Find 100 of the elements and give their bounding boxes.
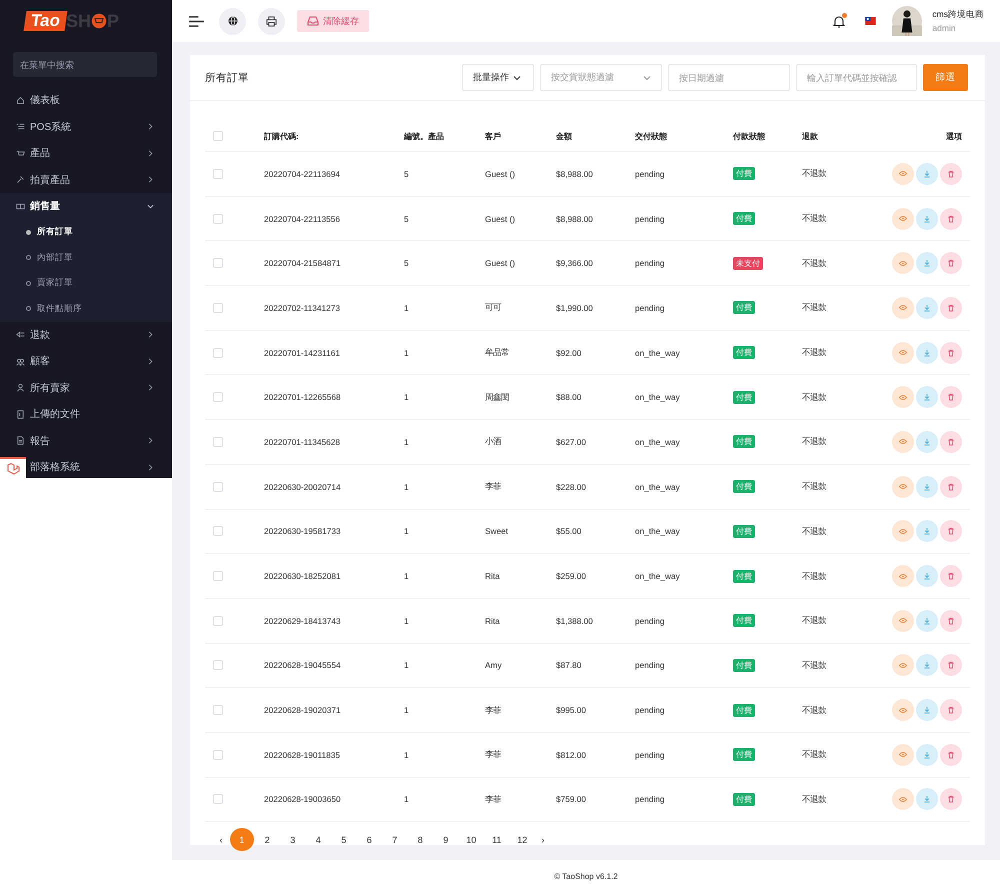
- customer-name: Sweet: [485, 526, 508, 536]
- payment-status-badge: 付費: [733, 748, 755, 762]
- delivery-status: pending: [635, 258, 665, 268]
- delivery-status: pending: [635, 660, 665, 670]
- menu-item[interactable]: 儀表板: [0, 87, 172, 114]
- date-filter-field[interactable]: 按日期過濾: [668, 64, 790, 91]
- product-count: 1: [404, 660, 409, 670]
- order-code-search-field[interactable]: 輸入訂單代碼並按確認: [796, 64, 917, 91]
- menu-item[interactable]: 退款: [0, 322, 172, 348]
- product-count: 1: [404, 392, 409, 402]
- order-code: 20220702-11341273: [264, 302, 340, 313]
- customer-name: Amy: [485, 660, 502, 670]
- refund-status: 不退款: [802, 481, 826, 492]
- menu-item[interactable]: 銷售量: [0, 193, 172, 220]
- order-amount: $259.00: [556, 571, 586, 582]
- refund-status: 不退款: [802, 168, 826, 180]
- payment-status-badge: 付費: [733, 480, 755, 494]
- page-button[interactable]: 2: [256, 828, 279, 852]
- order-code: 20220630-18252081: [264, 571, 341, 582]
- submenu-item[interactable]: 內部訂單: [0, 245, 172, 270]
- order-code: 20220701-11345628: [264, 436, 340, 447]
- refund-status: 不退款: [802, 660, 826, 671]
- submenu-item[interactable]: 所有訂單: [0, 220, 172, 245]
- order-code: 20220628-19003650: [264, 794, 341, 804]
- customer-name: 可可: [485, 302, 501, 314]
- order-code: 20220630-19581733: [264, 526, 341, 536]
- delivery-status: pending: [635, 705, 665, 716]
- menu-item[interactable]: 上傳的文件: [0, 401, 172, 428]
- menu-search-field[interactable]: 在菜單中搜索: [13, 52, 157, 77]
- payment-status-badge: 未支付: [733, 256, 763, 270]
- product-count: 1: [404, 302, 409, 313]
- menu-item[interactable]: 報告: [0, 428, 172, 454]
- order-code: 20220704-21584871: [264, 258, 341, 268]
- payment-status-badge: 付費: [733, 301, 755, 314]
- refund-status: 不退款: [802, 213, 826, 224]
- page-button[interactable]: 11: [485, 828, 508, 852]
- menu-item[interactable]: 產品: [0, 140, 172, 166]
- payment-status-badge: 付費: [733, 524, 755, 538]
- page-button[interactable]: 6: [358, 828, 381, 852]
- customer-name: 李菲: [485, 481, 501, 492]
- order-amount: $8,988.00: [556, 168, 593, 179]
- menu-item[interactable]: 顧客: [0, 348, 172, 374]
- column-header: 客戶: [485, 130, 501, 142]
- previous-page-button[interactable]: ‹: [214, 828, 228, 852]
- product-count: 1: [404, 750, 409, 760]
- order-amount: $88.00: [556, 392, 582, 402]
- refund-status: 不退款: [802, 794, 826, 805]
- refund-status: 不退款: [802, 392, 826, 403]
- page-button[interactable]: 8: [408, 828, 432, 852]
- refund-status: 不退款: [802, 526, 826, 537]
- menu-item[interactable]: 部落格系統: [0, 454, 172, 478]
- product-count: 1: [404, 526, 409, 536]
- product-count: 1: [404, 616, 409, 626]
- delivery-status: on_the_way: [635, 526, 680, 536]
- menu-item[interactable]: POS系統: [0, 114, 172, 140]
- menu-item[interactable]: 拍賣產品: [0, 166, 172, 193]
- submenu-item[interactable]: 賣家訂單: [0, 270, 172, 296]
- page-button[interactable]: 4: [306, 828, 330, 852]
- submenu-item[interactable]: 取件點順序: [0, 296, 172, 322]
- refund-status: 不退款: [802, 436, 826, 448]
- user-name: cms跨境电商: [932, 9, 984, 21]
- card-title: 所有訂單: [205, 70, 249, 84]
- order-code: 20220701-12265568: [264, 392, 341, 402]
- page-button[interactable]: 5: [332, 828, 356, 852]
- page-button[interactable]: 12: [510, 828, 534, 852]
- order-amount: $759.00: [556, 794, 586, 804]
- order-code: 20220629-18413743: [264, 616, 341, 626]
- user-role: admin: [932, 23, 957, 33]
- refund-status: 不退款: [802, 615, 826, 626]
- customer-name: 李菲: [485, 749, 501, 760]
- menu-item[interactable]: 所有賣家: [0, 374, 172, 401]
- order-amount: $228.00: [556, 482, 586, 492]
- product-count: 5: [404, 258, 409, 268]
- footer-text: © TaoShop v6.1.2: [554, 872, 618, 881]
- refund-status: 不退款: [802, 704, 826, 716]
- product-count: 1: [404, 482, 409, 492]
- page-button[interactable]: 3: [281, 828, 304, 852]
- refund-status: 不退款: [802, 302, 826, 314]
- page-button[interactable]: 9: [434, 828, 458, 852]
- customer-name: 周鑫閔: [485, 392, 509, 403]
- delivery-status: on_the_way: [635, 392, 680, 402]
- delivery-status: on_the_way: [635, 436, 680, 447]
- page-button[interactable]: 7: [383, 828, 406, 852]
- order-code: 20220628-19011835: [264, 750, 340, 760]
- column-header: 選項: [946, 130, 962, 142]
- page-button[interactable]: 10: [460, 828, 483, 852]
- column-header: 交付狀態: [635, 130, 667, 142]
- order-code: 20220704-22113694: [264, 168, 340, 179]
- payment-status-badge: 付費: [733, 792, 755, 806]
- payment-status-badge: 付費: [733, 390, 755, 404]
- delivery-status: on_the_way: [635, 482, 680, 492]
- customer-name: Guest (): [485, 168, 515, 179]
- refund-status: 不退款: [802, 749, 826, 760]
- bulk-action-dropdown[interactable]: 批量操作: [462, 64, 534, 91]
- order-code: 20220701-14231161: [264, 348, 340, 358]
- next-page-button[interactable]: ›: [536, 828, 550, 852]
- column-header: 編號。產品: [404, 130, 444, 142]
- payment-status-badge: 付費: [733, 614, 755, 628]
- payment-status-badge: 付費: [733, 704, 755, 717]
- product-count: 1: [404, 348, 409, 358]
